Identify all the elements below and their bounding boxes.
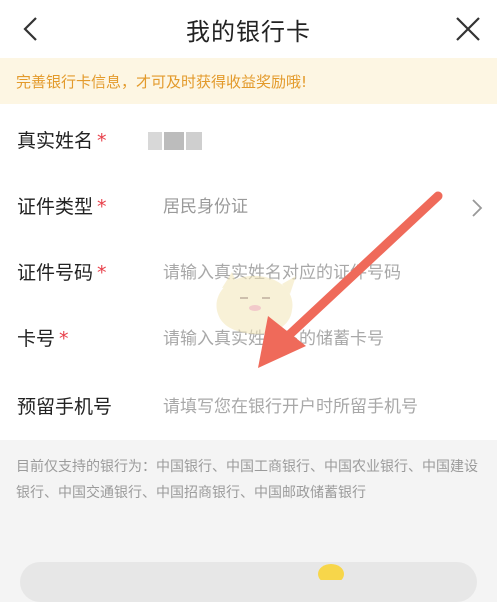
submit-button[interactable] — [20, 562, 477, 602]
close-icon[interactable] — [453, 14, 483, 44]
required-mark: * — [97, 262, 107, 284]
id-type-row[interactable]: 证件类型 * 居民身份证 — [0, 174, 497, 240]
required-mark: * — [97, 130, 107, 152]
id-type-value: 居民身份证 — [163, 197, 248, 217]
notice-text: 完善银行卡信息，才可及时获得收益奖励哦! — [16, 72, 308, 91]
chevron-right-icon — [472, 199, 483, 217]
supported-banks-note: 目前仅支持的银行为：中国银行、中国工商银行、中国农业银行、中国建设银行、中国交通… — [16, 459, 478, 501]
real-name-row[interactable]: 真实姓名 * — [0, 108, 497, 174]
page-title: 我的银行卡 — [186, 17, 311, 46]
masked-name-value — [148, 132, 218, 150]
phone-row[interactable]: 预留手机号 请填写您在银行开户时所留手机号 — [0, 374, 497, 440]
mascot-peek-icon — [318, 564, 344, 580]
required-mark: * — [59, 328, 69, 350]
phone-input[interactable]: 请填写您在银行开户时所留手机号 — [163, 374, 418, 440]
id-number-label: 证件号码 * — [17, 262, 107, 284]
id-type-label: 证件类型 * — [17, 196, 107, 218]
notice-banner: 完善银行卡信息，才可及时获得收益奖励哦! — [0, 58, 497, 104]
card-number-label: 卡号 * — [17, 328, 69, 350]
chevron-left-icon[interactable] — [16, 14, 46, 44]
required-mark: * — [97, 196, 107, 218]
phone-label: 预留手机号 — [17, 396, 113, 418]
mascot-watermark-icon — [216, 272, 296, 335]
real-name-label: 真实姓名 * — [17, 130, 107, 152]
header-bar: 我的银行卡 — [0, 0, 497, 58]
